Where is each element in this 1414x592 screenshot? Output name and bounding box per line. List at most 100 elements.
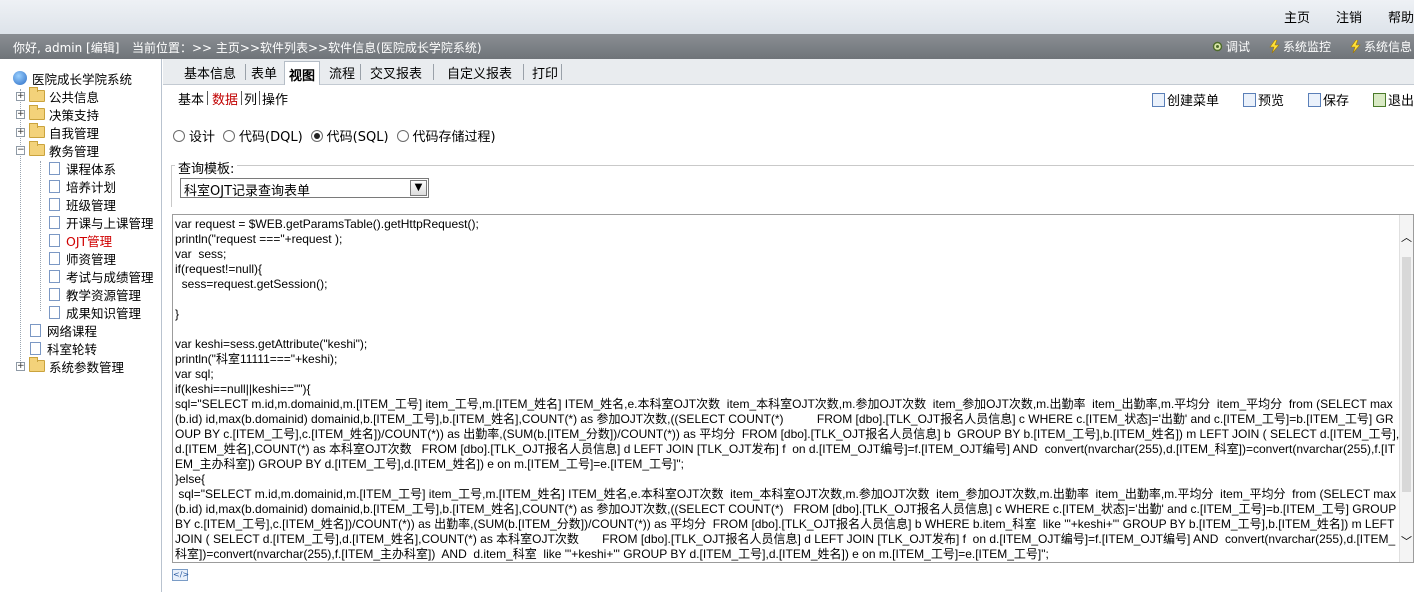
chevron-down-icon[interactable]: ▼ — [410, 180, 427, 196]
tree-item-label: 系统参数管理 — [49, 359, 125, 375]
tree-item-class-management[interactable]: 班级管理 — [49, 195, 116, 213]
tree-item-decision-support[interactable]: + 决策支持 — [16, 105, 99, 123]
expand-icon[interactable]: + — [16, 109, 25, 119]
scroll-down-icon[interactable]: ﹀ — [1401, 533, 1412, 549]
action-toolbar: 创建菜单 预览 保存 退出 — [1128, 90, 1414, 109]
save-icon — [1307, 92, 1321, 107]
tab-custom-report[interactable]: 自定义报表 — [447, 63, 512, 82]
header-tools: 调试 系统监控 系统信息 — [1193, 38, 1412, 55]
tree-item-knowledge-management[interactable]: 成果知识管理 — [49, 303, 141, 321]
subtab-basic[interactable]: 基本 — [178, 89, 204, 108]
tree-item-label: 教学资源管理 — [66, 287, 142, 303]
tab-divider — [561, 64, 562, 80]
subtab-operations[interactable]: 操作 — [262, 89, 288, 108]
home-link[interactable]: 主页 — [1284, 7, 1310, 26]
collapse-icon[interactable]: − — [16, 145, 25, 155]
page-icon — [49, 305, 60, 319]
mode-sql-radio[interactable]: 代码(SQL) — [310, 126, 389, 145]
tab-divider — [523, 64, 524, 80]
system-info-button[interactable]: 系统信息 — [1349, 38, 1412, 55]
scroll-up-icon[interactable]: ︿ — [1401, 229, 1412, 245]
page-icon — [30, 323, 41, 337]
tree-root-label: 医院成长学院系统 — [32, 71, 133, 87]
scroll-thumb[interactable] — [1402, 257, 1411, 492]
exit-button[interactable]: 退出 — [1372, 90, 1414, 109]
sql-code-editor[interactable]: var request = $WEB.getParamsTable().getH… — [172, 214, 1414, 563]
expand-icon[interactable]: + — [16, 91, 25, 101]
tree-item-label: 科室轮转 — [47, 341, 98, 357]
top-bar: 主页 注销 帮助 — [0, 0, 1414, 34]
tree-item-course-system[interactable]: 课程体系 — [49, 159, 116, 177]
debug-button[interactable]: 调试 — [1211, 38, 1250, 55]
logout-link[interactable]: 注销 — [1336, 7, 1362, 26]
tree-item-exam-scores[interactable]: 考试与成绩管理 — [49, 267, 154, 285]
mode-design-radio[interactable]: 设计 — [173, 126, 215, 145]
radio-circle[interactable] — [223, 129, 236, 142]
breadcrumb: 当前位置：>> 主页>>软件列表>>软件信息(医院成长学院系统) — [132, 41, 482, 55]
debug-gear-icon — [1212, 41, 1223, 52]
tab-view[interactable]: 视图 — [284, 61, 321, 85]
folder-icon — [29, 87, 45, 102]
expand-icon[interactable]: + — [16, 361, 25, 371]
globe-icon — [13, 71, 27, 85]
status-bar: 你好, admin [编辑] 当前位置：>> 主页>>软件列表>>软件信息(医院… — [0, 34, 1414, 59]
debug-label: 调试 — [1225, 40, 1250, 54]
tree-item-course-opening[interactable]: 开课与上课管理 — [49, 213, 154, 231]
code-text[interactable]: var request = $WEB.getParamsTable().getH… — [175, 217, 1401, 562]
expand-icon[interactable]: + — [16, 127, 25, 137]
radio-circle[interactable] — [173, 129, 185, 142]
tab-divider — [433, 64, 434, 80]
open-folder-icon — [29, 141, 45, 156]
tab-form[interactable]: 表单 — [251, 63, 277, 82]
subtab-columns[interactable]: 列 — [244, 89, 257, 108]
tree-item-label: 培养计划 — [66, 179, 117, 195]
tree-item-label: 自我管理 — [49, 125, 100, 141]
vertical-scrollbar[interactable]: ︿ ﹀ — [1399, 215, 1413, 562]
query-template-legend: 查询模板: — [175, 158, 238, 177]
tree-item-label: 课程体系 — [66, 161, 117, 177]
tree-item-training-plan[interactable]: 培养计划 — [49, 177, 116, 195]
subtab-divider — [241, 91, 242, 105]
lightning-icon — [1350, 40, 1361, 53]
tab-basic-info[interactable]: 基本信息 — [184, 63, 236, 82]
page-icon — [49, 233, 60, 247]
save-button[interactable]: 保存 — [1307, 90, 1349, 109]
system-monitor-button[interactable]: 系统监控 — [1268, 38, 1331, 55]
tree-item-public-info[interactable]: + 公共信息 — [16, 87, 99, 105]
save-label: 保存 — [1322, 94, 1349, 109]
folder-icon — [29, 105, 45, 120]
preview-button[interactable]: 预览 — [1242, 90, 1284, 109]
radio-circle-selected[interactable] — [310, 129, 323, 142]
query-template-select[interactable]: 科室OJT记录查询表单 ▼ — [180, 178, 429, 199]
help-link[interactable]: 帮助 — [1388, 7, 1414, 26]
preview-label: 预览 — [1257, 94, 1284, 109]
tree-item-label: 公共信息 — [49, 89, 100, 105]
radio-circle[interactable] — [396, 129, 409, 142]
user-greeting[interactable]: 你好, admin [编辑] — [13, 39, 119, 56]
tree-item-teaching-resources[interactable]: 教学资源管理 — [49, 285, 141, 303]
tree-item-online-courses[interactable]: 网络课程 — [30, 321, 97, 339]
radio-label: 代码(SQL) — [326, 130, 389, 145]
tree-item-self-management[interactable]: + 自我管理 — [16, 123, 99, 141]
mode-dql-radio[interactable]: 代码(DQL) — [223, 126, 303, 145]
tree-item-ojt-management[interactable]: OJT管理 — [49, 231, 112, 249]
tab-cross-report[interactable]: 交叉报表 — [370, 63, 422, 82]
subtab-divider — [259, 91, 260, 105]
tab-flow[interactable]: 流程 — [329, 63, 355, 82]
mode-stored-procedure-radio[interactable]: 代码存储过程) — [396, 126, 496, 145]
tree-item-label: 成果知识管理 — [66, 305, 142, 321]
code-edit-icon[interactable]: </> — [172, 569, 189, 581]
tree-root[interactable]: 医院成长学院系统 — [13, 69, 132, 87]
tree-item-department-rotation[interactable]: 科室轮转 — [30, 339, 97, 357]
tree-item-system-params[interactable]: + 系统参数管理 — [16, 357, 124, 375]
tree-item-academic-affairs[interactable]: − 教务管理 — [16, 141, 99, 159]
tree-item-label: 班级管理 — [66, 197, 117, 213]
tree-item-teacher-management[interactable]: 师资管理 — [49, 249, 116, 267]
tab-print[interactable]: 打印 — [532, 63, 558, 82]
create-menu-button[interactable]: 创建菜单 — [1151, 90, 1219, 109]
tab-divider — [245, 64, 246, 80]
tab-divider — [360, 64, 361, 80]
folder-icon — [29, 123, 45, 138]
subtab-data[interactable]: 数据 — [212, 89, 238, 108]
page-icon — [49, 269, 60, 283]
